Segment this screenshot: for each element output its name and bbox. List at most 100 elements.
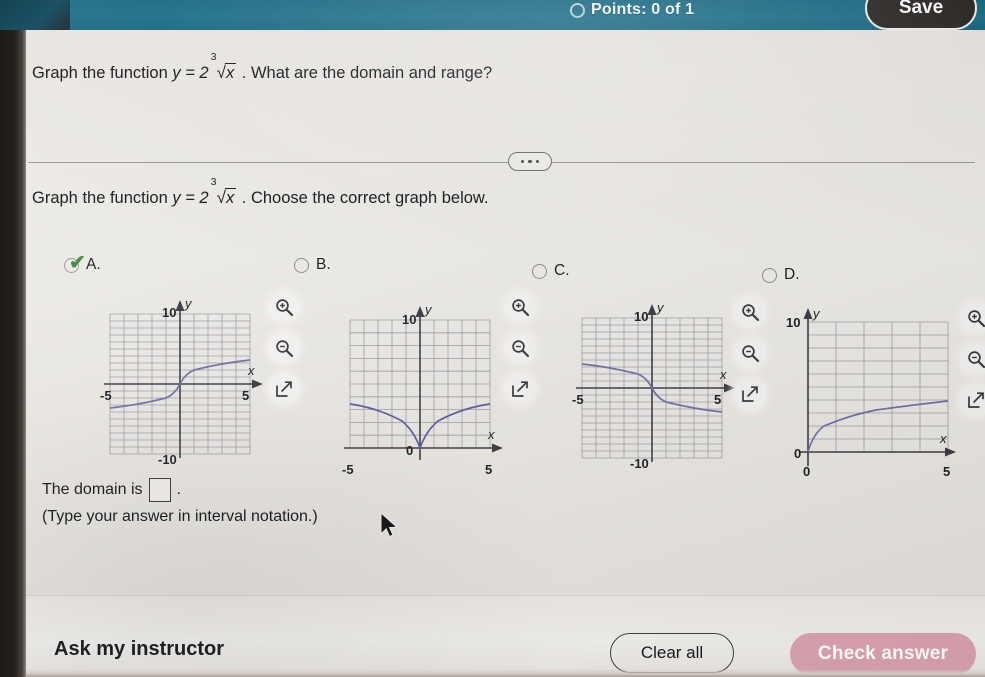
expand-icon[interactable] [734, 378, 766, 410]
svg-text:x: x [247, 363, 255, 378]
graph-b[interactable]: 10 0 -5 5 y x [322, 298, 507, 485]
question-prompt-prefix: Graph the function [32, 64, 168, 82]
choice-label-d: D. [784, 266, 800, 283]
svg-text:0: 0 [803, 464, 810, 479]
y-axis-arrow [647, 304, 657, 315]
zoom-out-icon[interactable] [504, 332, 536, 364]
svg-text:10: 10 [402, 312, 416, 327]
x-axis-arrow [252, 379, 263, 389]
divider-line [28, 162, 975, 163]
domain-label: The domain is [42, 481, 143, 498]
svg-text:y: y [812, 306, 821, 321]
svg-text:5: 5 [714, 392, 721, 407]
svg-text:5: 5 [242, 388, 249, 403]
graph-c-svg: 10 -10 -5 5 y x [572, 300, 735, 471]
y-axis-arrow [803, 308, 813, 319]
device-bezel-bottom [0, 669, 985, 677]
graph-instruction-expression: y = 23x [172, 177, 241, 207]
device-bezel-left [0, 0, 26, 677]
svg-text:x: x [719, 367, 727, 382]
x-axis-arrow [945, 447, 956, 457]
choice-option-b[interactable]: B. [294, 256, 331, 274]
zoom-in-icon[interactable] [504, 291, 536, 323]
choice-option-a[interactable]: ✔ A. [64, 253, 101, 274]
svg-text:0: 0 [794, 446, 801, 461]
ask-instructor-button[interactable]: Ask my instructor [54, 638, 224, 661]
dot-icon [520, 159, 525, 164]
zoom-out-icon[interactable] [268, 332, 300, 364]
radio-button-d[interactable] [762, 267, 777, 283]
graph-d-tools [960, 302, 985, 416]
graph-instruction: Graph the function y = 23x . Choose the … [32, 177, 489, 208]
answer-hint: (Type your answer in interval notation.) [42, 508, 318, 525]
dot-icon [528, 159, 532, 164]
y-axis-arrow [415, 306, 425, 317]
graph-c-tools [734, 296, 766, 410]
dot-icon [535, 159, 540, 164]
zoom-in-icon[interactable] [734, 296, 766, 328]
graph-instruction-prefix: Graph the function [32, 189, 168, 207]
graph-a-svg: 10 -10 -5 5 y x [100, 296, 263, 467]
svg-text:x: x [939, 431, 947, 446]
progress-circle-icon [570, 2, 585, 18]
zoom-out-icon[interactable] [734, 337, 766, 369]
svg-text:10: 10 [634, 309, 648, 324]
graph-c[interactable]: 10 -10 -5 5 y x [554, 292, 739, 477]
graph-a-tools [268, 291, 300, 405]
more-options-button[interactable] [508, 152, 552, 171]
zoom-in-icon[interactable] [268, 291, 300, 323]
footer-toolbar: Ask my instructor Clear all Check answer [22, 595, 985, 677]
points-text: Points: 0 of 1 [591, 1, 695, 18]
svg-text:10: 10 [786, 315, 800, 330]
choice-label-a: A. [86, 256, 101, 273]
screenshot-root: Points: 0 of 1 Save Graph the function y… [0, 0, 985, 677]
radio-button-c[interactable] [532, 263, 547, 279]
exercise-content: Graph the function y = 23x . What are th… [22, 30, 985, 595]
radical-index: 3 [210, 176, 217, 188]
radical-index: 3 [210, 51, 217, 63]
exercise-page: Graph the function y = 23x . What are th… [22, 30, 985, 677]
zoom-out-icon[interactable] [960, 343, 985, 375]
save-button[interactable]: Save [865, 0, 977, 30]
radicand: x [224, 187, 237, 207]
svg-text:0: 0 [406, 443, 413, 458]
expression-coefficient: y = 2 [172, 64, 209, 82]
svg-text:5: 5 [943, 464, 950, 479]
graph-b-tools [504, 291, 536, 405]
radicand: x [224, 62, 237, 82]
svg-text:y: y [184, 296, 193, 311]
graph-d-curve [807, 400, 949, 453]
graph-d[interactable]: 10 0 0 5 y x [772, 300, 957, 487]
graph-d-svg: 10 0 0 5 y x [786, 306, 956, 479]
svg-text:x: x [487, 427, 495, 442]
expand-icon[interactable] [504, 373, 536, 405]
svg-text:y: y [656, 300, 665, 315]
x-axis-arrow [492, 443, 503, 453]
domain-input[interactable] [148, 478, 171, 502]
radio-button-a[interactable]: ✔ [64, 253, 86, 273]
top-bar: Points: 0 of 1 Save [22, 0, 985, 30]
svg-text:5: 5 [485, 462, 492, 477]
clear-all-button[interactable]: Clear all [610, 633, 734, 673]
graph-a[interactable]: 10 -10 -5 5 y x [82, 288, 267, 473]
choice-label-b: B. [316, 256, 331, 273]
expand-icon[interactable] [268, 373, 300, 405]
choice-option-c[interactable]: C. [532, 262, 570, 280]
checkmark-icon: ✔ [69, 251, 86, 274]
question-prompt: Graph the function y = 23x . What are th… [32, 52, 493, 83]
y-axis-arrow [175, 300, 185, 311]
choice-label-c: C. [554, 262, 570, 279]
domain-answer-row: The domain is . [42, 478, 181, 502]
svg-text:-10: -10 [630, 456, 649, 471]
question-expression: y = 23x [172, 52, 241, 82]
svg-text:-5: -5 [342, 462, 354, 477]
svg-text:-5: -5 [100, 388, 112, 403]
svg-text:-5: -5 [572, 392, 584, 407]
svg-text:y: y [424, 302, 433, 317]
radio-button-b[interactable] [294, 257, 309, 273]
question-prompt-suffix: . What are the domain and range? [241, 64, 493, 82]
expand-icon[interactable] [960, 384, 985, 416]
zoom-in-icon[interactable] [960, 302, 985, 334]
choice-option-d[interactable]: D. [762, 266, 800, 284]
mouse-cursor [380, 511, 400, 544]
